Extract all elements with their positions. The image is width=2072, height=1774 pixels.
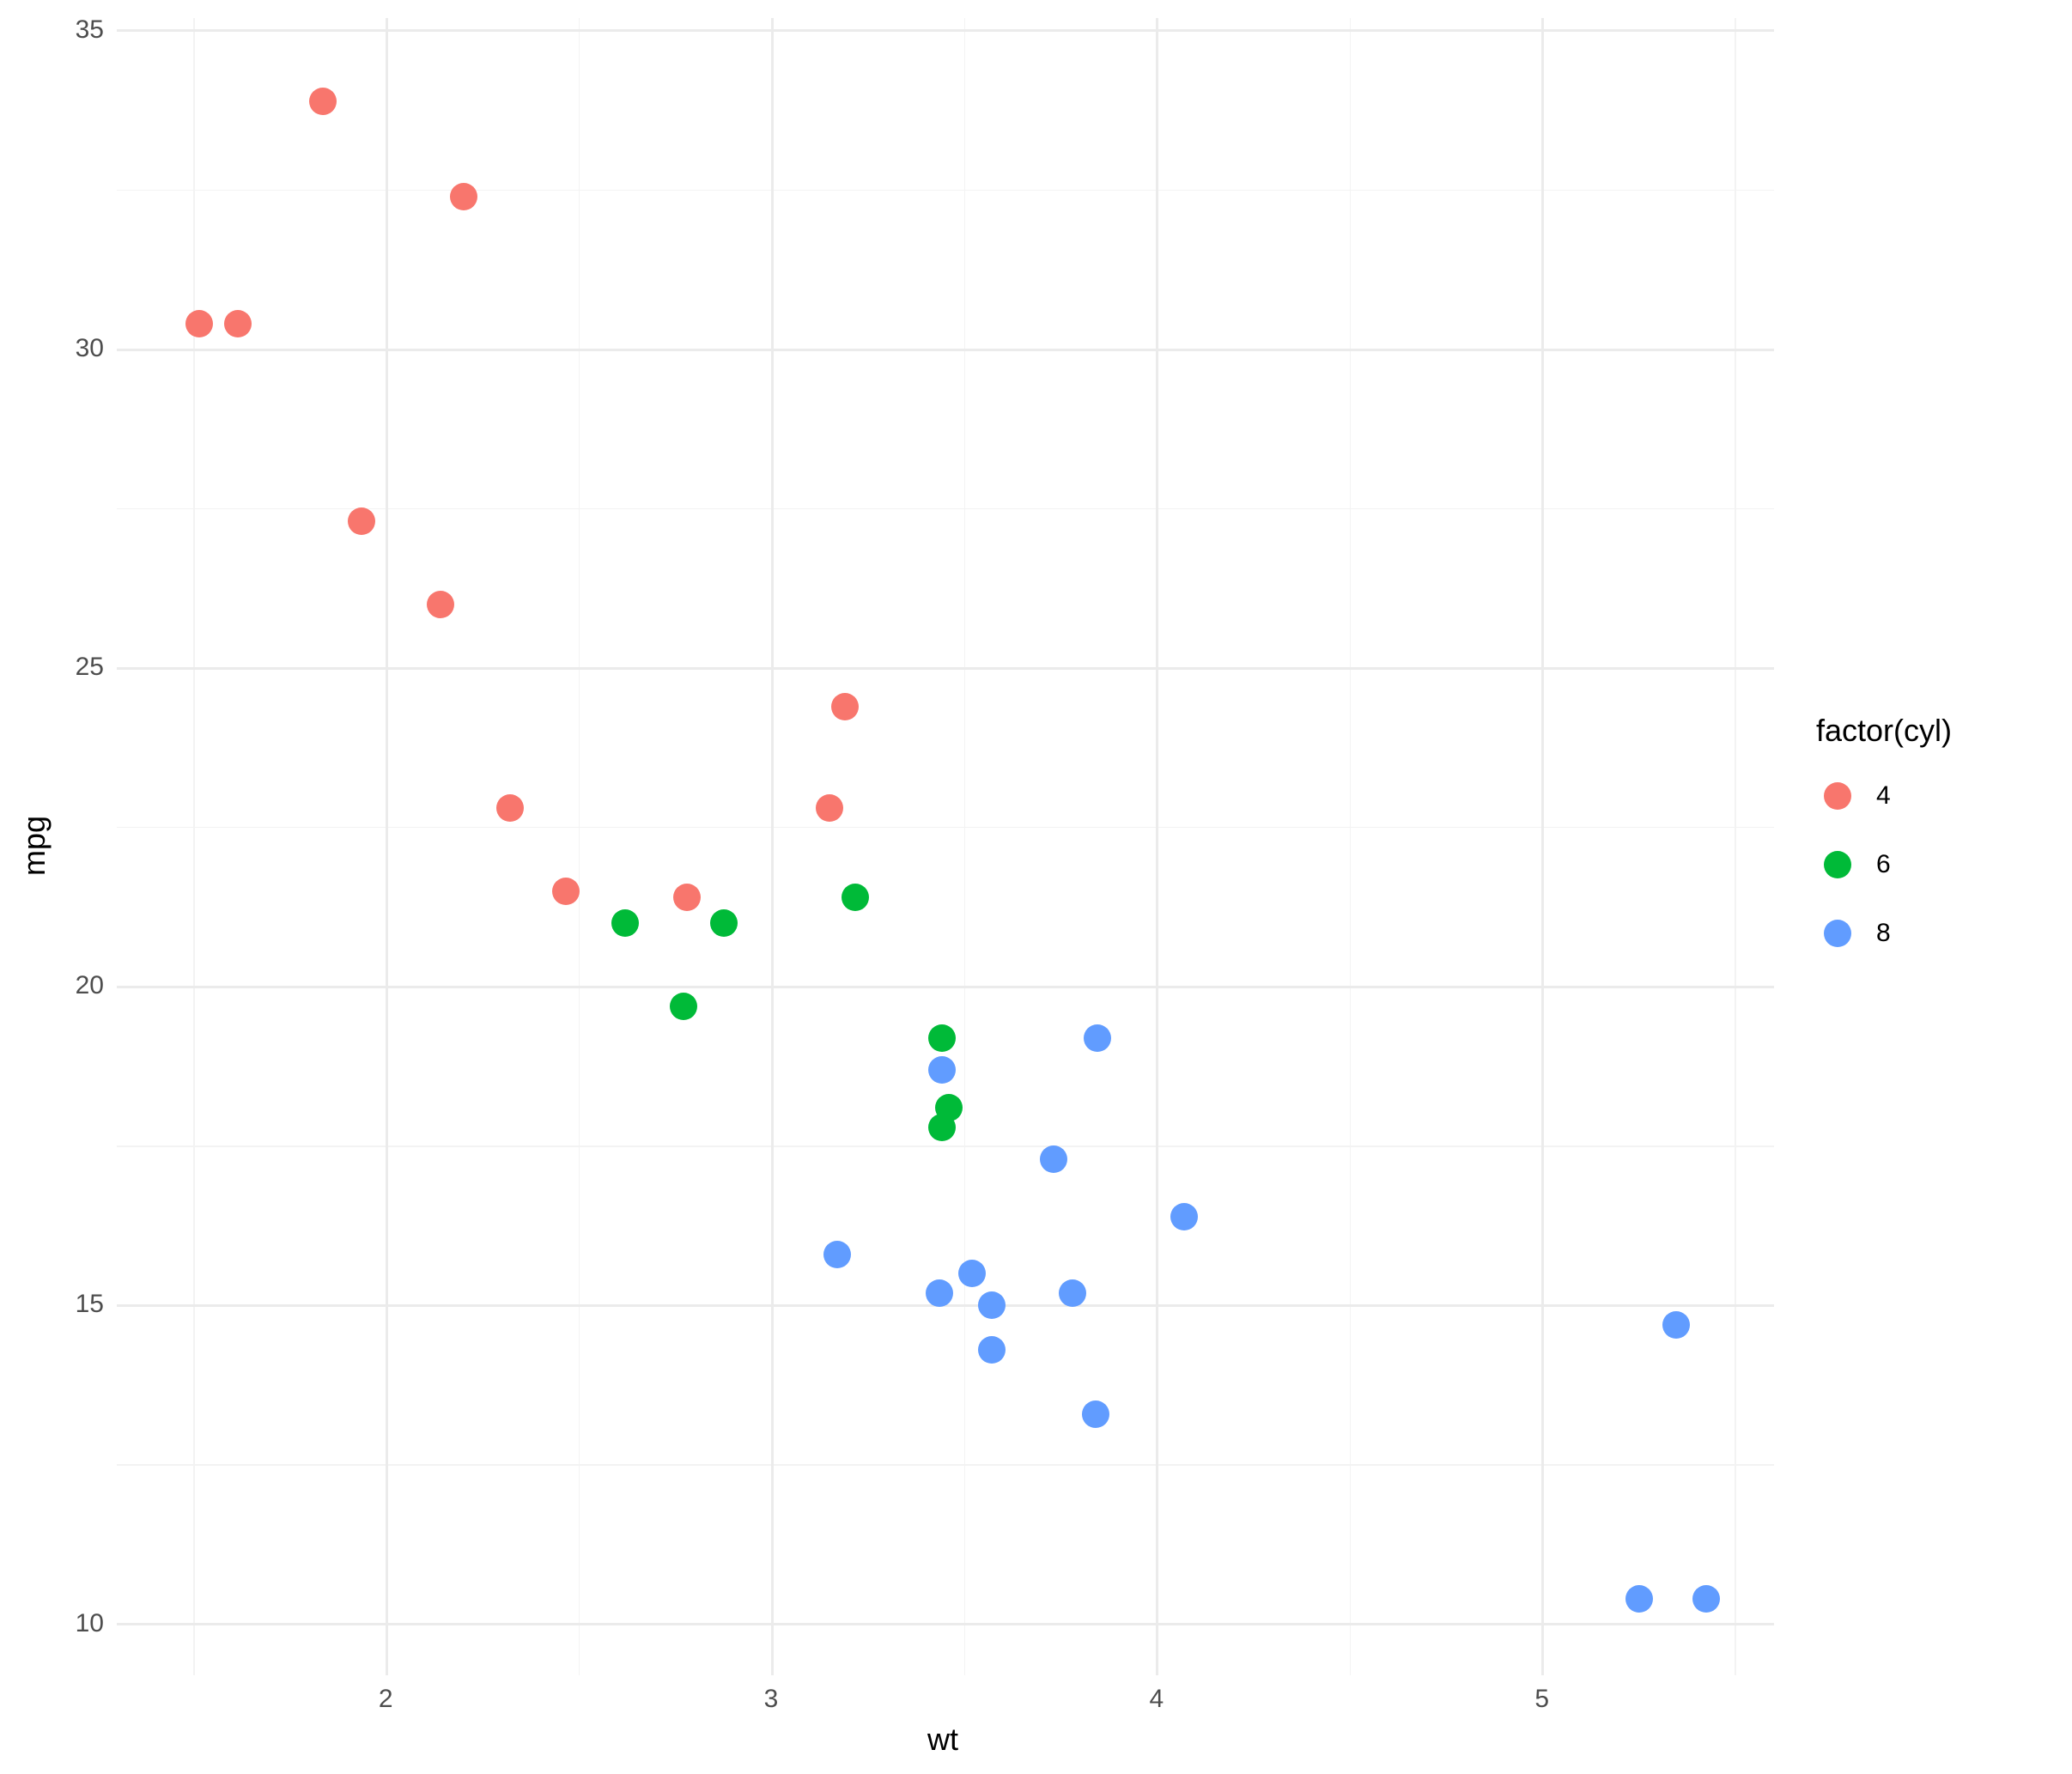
grid-minor-h — [117, 1145, 1774, 1147]
data-point — [842, 884, 869, 911]
grid-minor-v — [1350, 18, 1352, 1675]
scatter-chart: wt mpg factor(cyl) 4 6 8 2 3 4 5 10 15 20 25 30 35 — [0, 0, 2072, 1774]
data-point — [1625, 1585, 1653, 1613]
legend-item: 4 — [1816, 775, 1952, 817]
y-tick-label: 15 — [76, 1290, 104, 1319]
data-point — [816, 794, 843, 822]
legend-key-box — [1816, 912, 1859, 955]
data-point — [978, 1336, 1006, 1364]
legend-key-box — [1816, 843, 1859, 886]
y-tick-label: 25 — [76, 653, 104, 682]
data-point — [1059, 1279, 1086, 1307]
grid-minor-v — [1735, 18, 1736, 1675]
data-point — [185, 310, 213, 337]
legend-title: factor(cyl) — [1816, 713, 1952, 749]
legend-label: 8 — [1876, 919, 1891, 948]
x-tick-label: 5 — [1534, 1685, 1549, 1714]
data-point — [450, 183, 477, 210]
legend-key-icon — [1824, 920, 1851, 947]
data-point — [673, 884, 701, 911]
grid-major-v — [386, 18, 388, 1675]
data-point — [978, 1291, 1006, 1319]
x-tick-label: 3 — [764, 1685, 779, 1714]
data-point — [928, 1024, 956, 1052]
plot-panel — [116, 17, 1775, 1676]
grid-minor-v — [193, 18, 195, 1675]
data-point — [928, 1114, 956, 1141]
data-point — [1082, 1400, 1109, 1428]
y-tick-label: 35 — [76, 15, 104, 45]
legend-label: 6 — [1876, 850, 1891, 879]
grid-minor-v — [579, 18, 580, 1675]
x-axis-title: wt — [927, 1722, 958, 1758]
legend-item: 8 — [1816, 912, 1952, 955]
data-point — [496, 794, 524, 822]
legend: factor(cyl) 4 6 8 — [1816, 713, 1952, 981]
data-point — [1040, 1145, 1067, 1173]
legend-label: 4 — [1876, 781, 1891, 811]
legend-key-box — [1816, 775, 1859, 817]
legend-key-icon — [1824, 851, 1851, 878]
x-tick-label: 2 — [379, 1685, 393, 1714]
data-point — [831, 693, 859, 720]
y-tick-label: 20 — [76, 971, 104, 1000]
legend-key-icon — [1824, 782, 1851, 810]
data-point — [348, 507, 375, 535]
grid-minor-h — [117, 827, 1774, 829]
data-point — [1662, 1311, 1690, 1339]
grid-major-v — [1156, 18, 1158, 1675]
y-tick-label: 10 — [76, 1609, 104, 1638]
grid-major-v — [771, 18, 774, 1675]
y-tick-label: 30 — [76, 334, 104, 363]
data-point — [309, 88, 337, 115]
data-point — [710, 909, 738, 937]
y-axis-title: mpg — [16, 816, 52, 876]
grid-minor-h — [117, 1464, 1774, 1466]
data-point — [958, 1260, 986, 1287]
grid-major-h — [117, 349, 1774, 351]
grid-major-h — [117, 667, 1774, 670]
data-point — [670, 993, 697, 1020]
grid-minor-h — [117, 190, 1774, 191]
data-point — [552, 878, 580, 905]
data-point — [823, 1241, 851, 1268]
grid-major-h — [117, 29, 1774, 32]
data-point — [611, 909, 639, 937]
grid-minor-v — [964, 18, 966, 1675]
grid-major-h — [117, 1623, 1774, 1625]
legend-item: 6 — [1816, 843, 1952, 886]
data-point — [1170, 1203, 1198, 1230]
data-point — [926, 1279, 953, 1307]
data-point — [224, 310, 252, 337]
data-point — [1084, 1024, 1111, 1052]
grid-major-v — [1541, 18, 1544, 1675]
data-point — [427, 591, 454, 618]
x-tick-label: 4 — [1150, 1685, 1164, 1714]
grid-major-h — [117, 986, 1774, 988]
data-point — [928, 1056, 956, 1084]
data-point — [1692, 1585, 1720, 1613]
